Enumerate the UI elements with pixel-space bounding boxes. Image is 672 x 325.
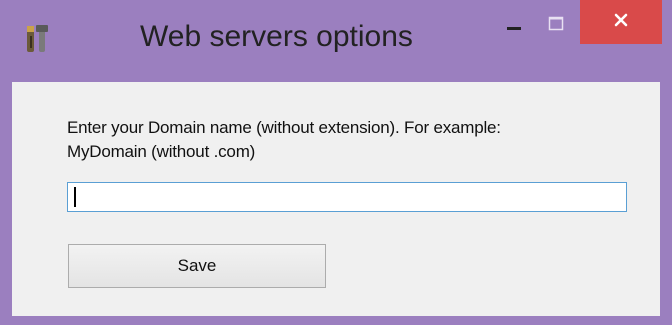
save-button[interactable]: Save <box>68 244 326 288</box>
close-button[interactable] <box>580 0 662 44</box>
minimize-icon <box>505 15 523 38</box>
window-title: Web servers options <box>140 20 413 53</box>
title-bar[interactable]: Web servers options <box>0 0 672 82</box>
text-cursor <box>74 187 76 207</box>
close-icon <box>612 11 630 34</box>
dialog-window: Web servers options Enter your Domain na… <box>0 0 672 325</box>
domain-name-input[interactable] <box>67 182 627 212</box>
prompt-line-1: Enter your Domain name (without extensio… <box>67 118 501 137</box>
prompt-line-2: MyDomain (without .com) <box>67 142 256 161</box>
maximize-icon <box>547 15 565 38</box>
minimize-button[interactable] <box>494 8 534 44</box>
domain-prompt: Enter your Domain name (without extensio… <box>67 116 657 164</box>
maximize-button[interactable] <box>534 8 578 44</box>
tools-icon[interactable] <box>24 22 52 56</box>
